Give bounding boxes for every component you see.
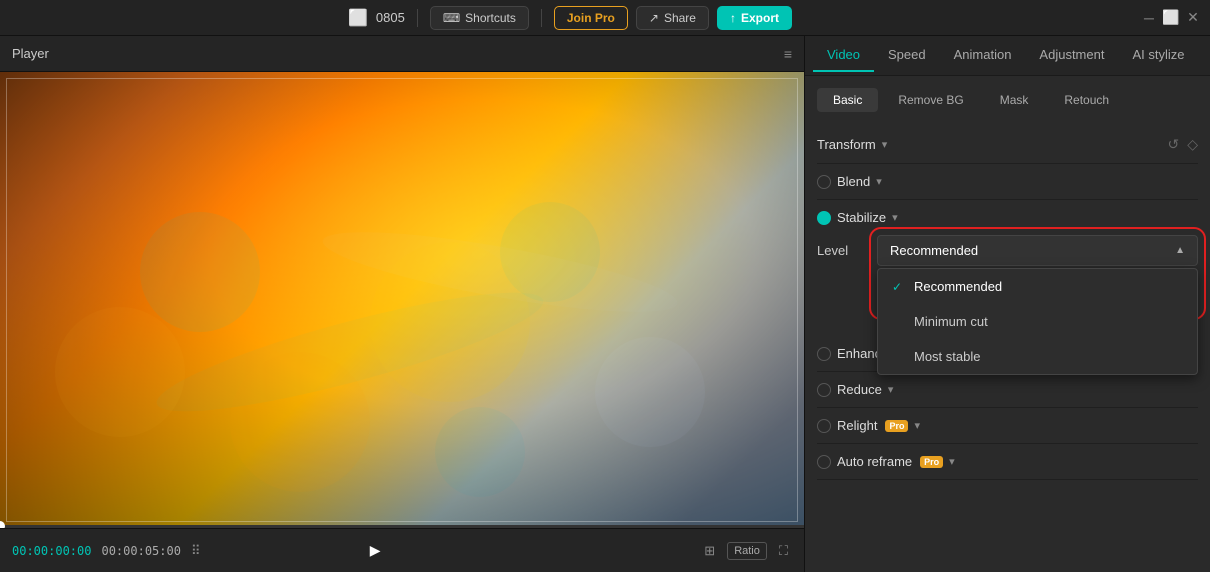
play-button[interactable]: ▶ [361, 537, 389, 565]
controls-left: 00:00:00:00 00:00:05:00 ⠿ [12, 543, 201, 559]
relight-section: Relight Pro ▾ [817, 408, 1198, 444]
tab-speed[interactable]: Speed [874, 39, 940, 72]
close-button[interactable]: ✕ [1186, 11, 1200, 25]
main-layout: Player ≡ [0, 36, 1210, 572]
relight-toggle[interactable] [817, 419, 831, 433]
maximize-button[interactable]: ⬜ [1164, 11, 1178, 25]
fullscreen-icon[interactable]: ⛶ [775, 541, 792, 561]
timeline-bar[interactable] [0, 525, 804, 528]
level-label: Level [817, 243, 877, 258]
reduce-section: Reduce ▾ [817, 372, 1198, 408]
stabilize-header: Stabilize ▾ [817, 210, 1198, 225]
control-icons: ⊞ Ratio ⛶ [700, 541, 792, 561]
grid-icon: ⠿ [191, 543, 201, 559]
relight-pro-badge: Pro [885, 420, 908, 432]
stabilize-section: Stabilize ▾ ➤ Level Recommended ▲ [817, 200, 1198, 276]
share-button[interactable]: ↗ Share [636, 6, 709, 30]
video-frame-border [6, 78, 798, 522]
blend-section: Blend ▾ [817, 164, 1198, 200]
sub-tab-mask[interactable]: Mask [984, 88, 1045, 112]
sub-tab-remove-bg[interactable]: Remove BG [882, 88, 979, 112]
level-option-minimum-cut[interactable]: ✓ Minimum cut [878, 304, 1197, 339]
sub-tab-basic[interactable]: Basic [817, 88, 878, 112]
reset-icon[interactable]: ↺ [1167, 136, 1179, 153]
divider [417, 9, 418, 27]
player-controls: 00:00:00:00 00:00:05:00 ⠿ ▶ ⊞ Ratio ⛶ [0, 528, 804, 572]
player-title: Player [12, 46, 49, 61]
tab-ai-stylize[interactable]: AI stylize [1118, 39, 1198, 72]
ratio-button[interactable]: Ratio [727, 542, 767, 560]
reduce-toggle[interactable] [817, 383, 831, 397]
sub-tab-retouch[interactable]: Retouch [1048, 88, 1125, 112]
check-icon: ✓ [892, 280, 906, 294]
transform-arrow: ▾ [882, 138, 888, 151]
tab-adjustment[interactable]: Adjustment [1025, 39, 1118, 72]
transform-icons: ↺ ◇ [1167, 136, 1198, 153]
blend-toggle[interactable] [817, 175, 831, 189]
tab-video[interactable]: Video [813, 39, 874, 72]
transform-label: Transform ▾ [817, 137, 887, 152]
keyboard-icon: ⌨ [443, 11, 460, 25]
export-icon: ↑ [730, 11, 736, 25]
transform-section: Transform ▾ ↺ ◇ [817, 126, 1198, 164]
reduce-arrow: ▾ [888, 383, 894, 396]
panel-content: Basic Remove BG Mask Retouch Transform ▾ [805, 76, 1210, 572]
level-dropdown-container: Recommended ▲ ✓ Recommended ✓ Minimum [877, 235, 1198, 266]
blend-label: Blend ▾ [817, 174, 882, 189]
title-bar-center: ⬜ 0805 ⌨ Shortcuts Join Pro ↗ Share ↑ Ex… [10, 6, 1130, 30]
title-bar: ⬜ 0805 ⌨ Shortcuts Join Pro ↗ Share ↑ Ex… [0, 0, 1210, 36]
blend-arrow: ▾ [876, 175, 882, 188]
stabilize-toggle[interactable] [817, 211, 831, 225]
join-pro-button[interactable]: Join Pro [554, 6, 628, 30]
player-header: Player ≡ [0, 36, 804, 72]
shortcuts-button[interactable]: ⌨ Shortcuts [430, 6, 529, 30]
screen-icon: ⬜ [348, 8, 368, 28]
stabilize-arrow: ▾ [892, 211, 898, 224]
right-panel: Video Speed Animation Adjustment AI styl… [805, 36, 1210, 572]
empty-check-2: ✓ [892, 350, 906, 364]
level-option-recommended[interactable]: ✓ Recommended [878, 269, 1197, 304]
player-menu-button[interactable]: ≡ [784, 46, 792, 62]
panel-tabs: Video Speed Animation Adjustment AI styl… [805, 36, 1210, 76]
player-video [0, 72, 804, 528]
empty-check: ✓ [892, 315, 906, 329]
window-title: 0805 [376, 10, 405, 25]
diamond-icon[interactable]: ◇ [1187, 136, 1198, 153]
dropdown-chevron-up: ▲ [1175, 245, 1185, 256]
divider [541, 9, 542, 27]
level-select[interactable]: Recommended ▲ [877, 235, 1198, 266]
relight-arrow: ▾ [914, 419, 920, 432]
sub-tabs: Basic Remove BG Mask Retouch [817, 88, 1198, 112]
level-dropdown-menu: ✓ Recommended ✓ Minimum cut ✓ Most stabl… [877, 268, 1198, 375]
reframe-arrow: ▾ [949, 455, 955, 468]
enhance-toggle[interactable] [817, 347, 831, 361]
reframe-pro-badge: Pro [920, 456, 943, 468]
crop-icon[interactable]: ⊞ [700, 541, 719, 561]
share-icon: ↗ [649, 11, 659, 25]
player-panel: Player ≡ [0, 36, 805, 572]
export-button[interactable]: ↑ Export [717, 6, 792, 30]
minimize-button[interactable]: ─ [1142, 11, 1156, 25]
level-option-most-stable[interactable]: ✓ Most stable [878, 339, 1197, 374]
window-controls: ─ ⬜ ✕ [1142, 11, 1200, 25]
time-total: 00:00:05:00 [101, 544, 180, 558]
reframe-section: Auto reframe Pro ▾ [817, 444, 1198, 480]
level-row: ➤ Level Recommended ▲ ✓ Re [817, 235, 1198, 266]
reframe-toggle[interactable] [817, 455, 831, 469]
time-current: 00:00:00:00 [12, 544, 91, 558]
tab-animation[interactable]: Animation [940, 39, 1026, 72]
